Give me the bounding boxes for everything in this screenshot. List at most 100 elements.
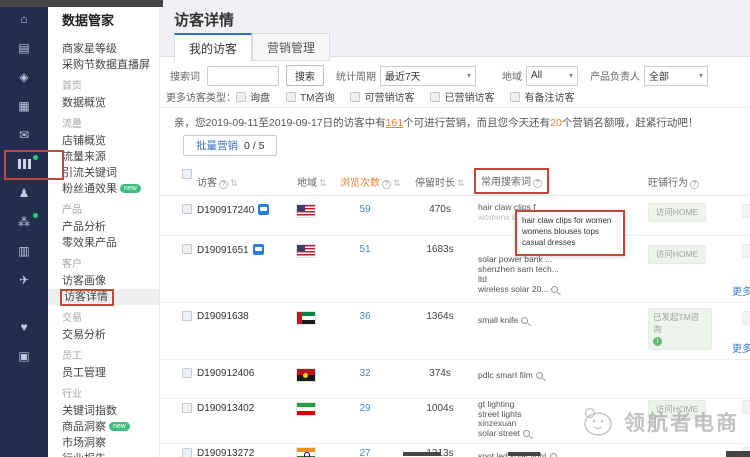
search-input[interactable] [207, 66, 279, 86]
help-icon[interactable]: ? [382, 180, 391, 189]
tab-marketing[interactable]: 营销管理 [252, 33, 330, 61]
visitor-type-checkbox-已营销访客[interactable]: 已营销访客 [430, 89, 494, 104]
more-link[interactable]: 更多 [732, 340, 750, 355]
sidebar-item-访客画像[interactable]: 访客画像 [48, 273, 159, 289]
sidebar-item-引流关键词[interactable]: 引流关键词 [48, 165, 159, 181]
app-window: ⌂▤◈▦✉♟⁂▥✈♥▣ 数据管家商家星等级采购节数据直播屏首页数据概览流量店铺概… [0, 0, 750, 457]
sidebar-item-label: 关键词指数 [62, 405, 117, 417]
search-button[interactable]: 搜索 [286, 65, 324, 86]
row-checkbox[interactable] [182, 244, 192, 254]
sidebar-item-员工管理[interactable]: 员工管理 [48, 365, 159, 381]
sidebar-item-粉丝通效果[interactable]: 粉丝通效果new [48, 181, 159, 197]
views-link[interactable]: 51 [345, 244, 385, 255]
user-icon[interactable]: ♟ [4, 182, 44, 204]
heart-icon[interactable]: ♥ [4, 316, 44, 338]
sidebar-item-行业报告[interactable]: 行业报告 [48, 451, 159, 457]
batch-marketing-button[interactable]: 批量营销0 / 5 [183, 135, 277, 156]
sidebar-item-店铺概览[interactable]: 店铺概览 [48, 133, 159, 149]
region-select[interactable]: All▾ [526, 66, 578, 86]
sidebar-item-商家星等级[interactable]: 商家星等级 [48, 41, 159, 57]
tm-badge-icon [253, 244, 264, 255]
country-flag-icon [297, 448, 315, 457]
store-icon[interactable]: ▤ [4, 37, 44, 59]
icon-glyph: ▥ [18, 244, 29, 258]
search-magnifier-icon[interactable] [536, 372, 543, 379]
help-icon[interactable]: ? [690, 180, 699, 189]
sidebar-item-采购节数据直播屏[interactable]: 采购节数据直播屏 [48, 57, 159, 73]
period-select[interactable]: 最近7天▾ [380, 66, 476, 86]
sidebar-item-label: 访客详情 [62, 291, 112, 304]
select-all-checkbox[interactable] [182, 169, 192, 179]
views-link[interactable]: 59 [345, 204, 385, 215]
home-icon[interactable]: ⌂ [4, 8, 44, 30]
row-checkbox[interactable] [182, 311, 192, 321]
checkbox-icon [350, 92, 360, 102]
shield-icon[interactable]: ◈ [4, 66, 44, 88]
keywords-cell: gt lightingstreet lightsxinzexuansolar s… [478, 400, 643, 438]
visitor-type-checkbox-询盘[interactable]: 询盘 [236, 89, 270, 104]
quota-count: 20 [550, 117, 562, 129]
shop-action-button[interactable]: 访问HOME [648, 400, 706, 419]
sidebar-item-label: 产品分析 [62, 221, 106, 233]
shop-action-button[interactable]: 访问HOME [648, 203, 706, 222]
visitor-id: D190913402 [197, 403, 254, 414]
share-network-icon[interactable]: ⁂ [4, 211, 44, 233]
row-checkbox[interactable] [182, 448, 192, 457]
icon-glyph: ▦ [18, 99, 29, 113]
checkbox-label: 有备注访客 [524, 89, 574, 104]
views-link[interactable]: 27 [345, 448, 385, 457]
more-link[interactable]: 更多 [732, 283, 750, 298]
search-magnifier-icon[interactable] [523, 430, 530, 437]
video-artifact [403, 452, 441, 456]
divider [160, 107, 750, 108]
views-link[interactable]: 36 [345, 311, 385, 322]
visitor-type-checkbox-TM咨询[interactable]: TM咨询 [286, 89, 334, 104]
sidebar-item-流量来源[interactable]: 流量来源 [48, 149, 159, 165]
row-checkbox[interactable] [182, 403, 192, 413]
sidebar-item-访客详情[interactable]: 访客详情 [48, 289, 159, 305]
tooltip-line: casual dresses [522, 237, 618, 248]
send-icon[interactable]: ✈ [4, 269, 44, 291]
visitor-type-checkbox-有备注访客[interactable]: 有备注访客 [510, 89, 574, 104]
views-link[interactable]: 32 [345, 368, 385, 379]
owner-select[interactable]: 全部▾ [644, 66, 708, 86]
message-icon[interactable]: ✉ [4, 124, 44, 146]
briefcase-icon[interactable]: ▣ [4, 345, 44, 367]
sort-icon[interactable]: ⇅ [319, 178, 327, 188]
sort-icon[interactable]: ⇅ [230, 178, 238, 188]
apps-grid-icon[interactable]: ▦ [4, 95, 44, 117]
visitor-id: D190912406 [197, 368, 254, 379]
sidebar-item-关键词指数[interactable]: 关键词指数 [48, 403, 159, 419]
tab-my-visitors[interactable]: 我的访客 [174, 33, 252, 62]
keyword-line: wireless solar 20... [478, 284, 643, 294]
search-magnifier-icon[interactable] [521, 317, 528, 324]
nav-rail: ⌂ ▤ ◈ ▦ ✉ ♟ ⁂ ▥ ✈ ♥ ▣ [0, 0, 48, 457]
sort-icon[interactable]: ⇅ [457, 178, 465, 188]
row-checkbox[interactable] [182, 204, 192, 214]
sidebar-item-商品洞察[interactable]: 商品洞察new [48, 419, 159, 435]
sidebar-item-产品分析[interactable]: 产品分析 [48, 219, 159, 235]
help-icon[interactable]: ? [219, 180, 228, 189]
views-link[interactable]: 29 [345, 403, 385, 414]
sidebar-section-label: 行业 [48, 387, 159, 403]
sidebar-item-市场洞察[interactable]: 市场洞察 [48, 435, 159, 451]
shop-action-button[interactable]: 已发起TM咨询i [648, 308, 712, 350]
search-magnifier-icon[interactable] [551, 286, 558, 293]
sidebar-item-数据概览[interactable]: 数据概览 [48, 95, 159, 111]
country-flag-icon [297, 403, 315, 415]
sort-icon[interactable]: ⇅ [393, 178, 401, 188]
notebook-icon[interactable]: ▥ [4, 240, 44, 262]
col-keywords: 常用搜索词? [474, 168, 549, 194]
row-checkbox[interactable] [182, 368, 192, 378]
visitor-type-checkbox-可营销访客[interactable]: 可营销访客 [350, 89, 414, 104]
help-icon[interactable]: ? [533, 179, 542, 188]
search-label: 搜索词 [170, 68, 200, 83]
search-magnifier-icon[interactable] [550, 453, 557, 457]
marketable-count-link[interactable]: 161 [386, 117, 404, 129]
analytics-chart-icon[interactable] [4, 153, 44, 175]
sidebar-item-零效果产品[interactable]: 零效果产品 [48, 235, 159, 251]
shop-action-button[interactable]: 访问HOME [648, 245, 706, 264]
table-body: D19091724059470shair claw clips fwomens … [160, 196, 750, 457]
sidebar-item-交易分析[interactable]: 交易分析 [48, 327, 159, 343]
visitor-type-filter-row: 更多访客类型： 询盘TM咨询可营销访客已营销访客有备注访客 [160, 89, 590, 104]
